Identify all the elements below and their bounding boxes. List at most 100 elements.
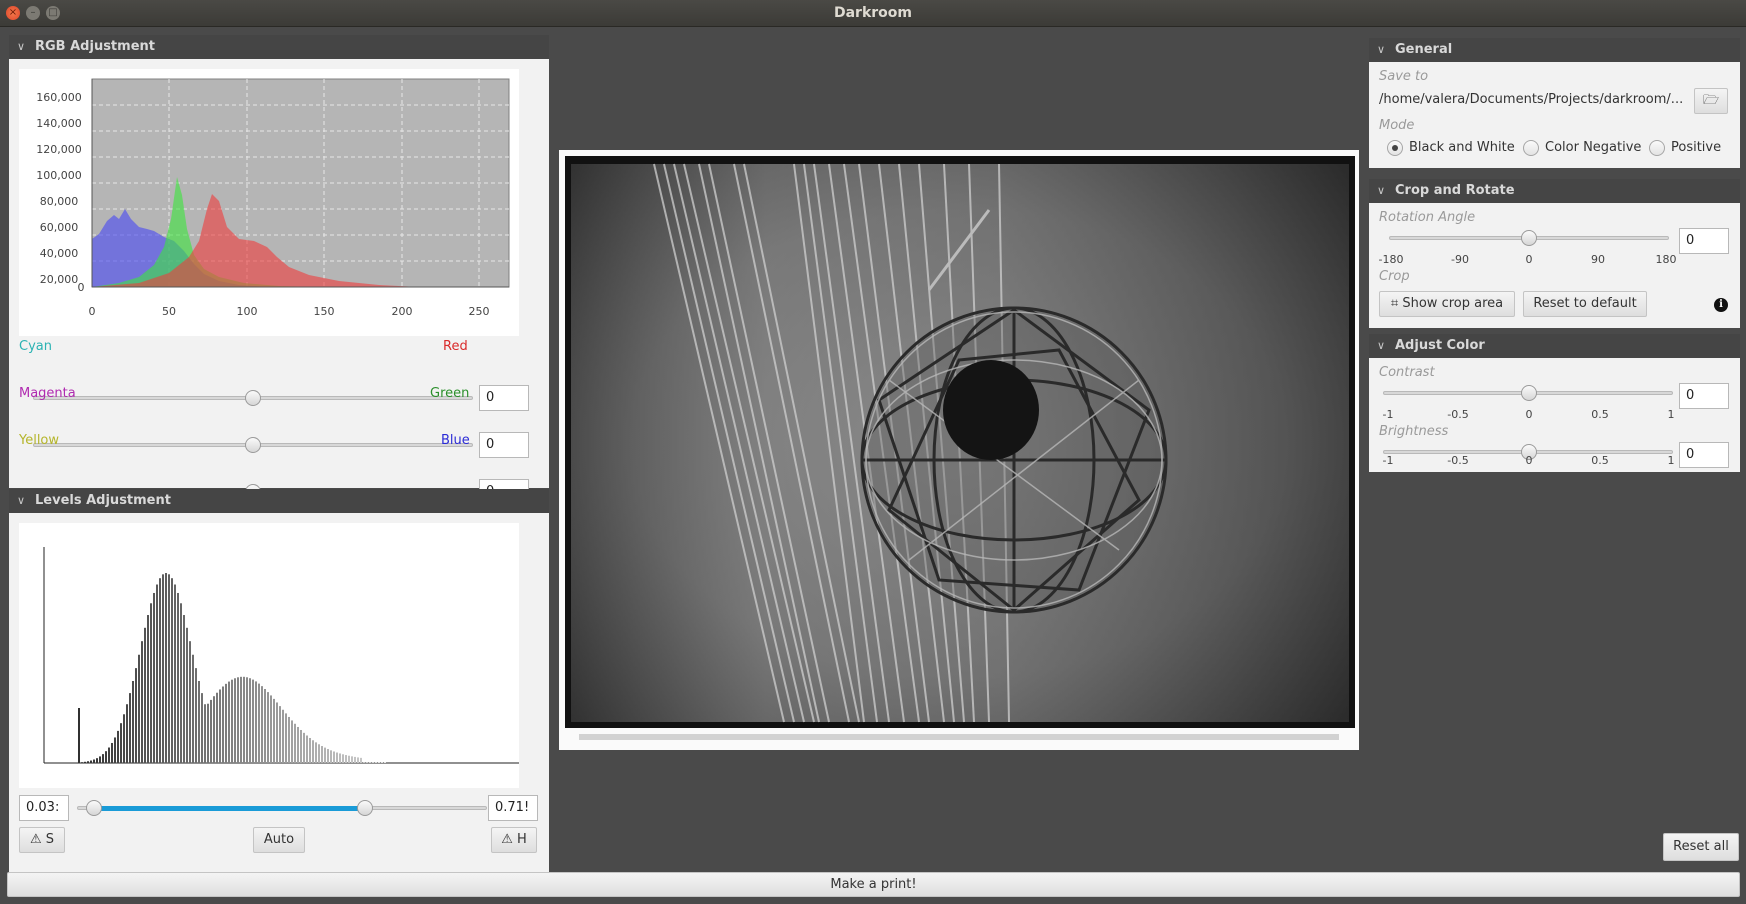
levels-histogram-bar [174, 584, 176, 763]
levels-histogram-bar [357, 757, 359, 763]
y-tick-label: 100,000 [36, 169, 82, 182]
levels-panel: 0.03: 0.71! ⚠ S Auto ⚠ H [9, 513, 549, 892]
rotation-tick: 0 [1525, 253, 1533, 266]
highlight-warning-button[interactable]: ⚠ H [491, 827, 537, 853]
levels-histogram-bar [375, 762, 377, 763]
mode-option-positive[interactable]: Positive [1671, 140, 1721, 155]
levels-histogram-bar [300, 729, 302, 763]
y-tick-label: 0 [77, 281, 85, 294]
levels-histogram-bar [309, 737, 311, 763]
levels-histogram-bar [129, 693, 131, 763]
contrast-tick: 1 [1667, 408, 1675, 421]
folder-open-icon: 🗁 [1702, 93, 1720, 108]
contrast-tick: -1 [1382, 408, 1394, 421]
levels-histogram-bar [132, 680, 134, 763]
color-panel-title: Adjust Color [1395, 338, 1485, 353]
shadow-warning-button[interactable]: ⚠ S [19, 827, 65, 853]
x-tick-label: 150 [313, 305, 335, 318]
y-tick-label: 60,000 [39, 221, 79, 234]
levels-histogram-bar [333, 751, 335, 763]
chevron-down-icon: ∨ [17, 494, 26, 507]
browse-folder-button[interactable]: 🗁 [1694, 88, 1728, 114]
rotation-tick: 90 [1591, 253, 1605, 266]
levels-histogram-bar [186, 627, 188, 763]
brightness-tick: 0.5 [1591, 454, 1609, 467]
mode-radio-bw[interactable] [1387, 140, 1403, 156]
y-tick-label: 20,000 [39, 273, 79, 286]
levels-histogram-bar [381, 762, 383, 763]
levels-histogram-bar [351, 756, 353, 763]
levels-high-field[interactable]: 0.71! [488, 795, 538, 821]
levels-high-thumb[interactable] [357, 800, 373, 816]
info-icon[interactable]: i [1714, 298, 1728, 312]
levels-histogram-bar [297, 726, 299, 763]
yellow-label: Yellow [19, 433, 60, 448]
levels-panel-header[interactable]: ∨ Levels Adjustment [9, 489, 549, 513]
y-tick-label: 80,000 [39, 195, 79, 208]
levels-histogram-bar [363, 762, 365, 763]
save-path-text: /home/valera/Documents/Projects/darkroom… [1379, 92, 1684, 107]
levels-histogram-bar [87, 761, 89, 763]
reset-to-default-button[interactable]: Reset to default [1523, 291, 1647, 317]
levels-histogram-bar [324, 747, 326, 763]
levels-histogram-bar [303, 732, 305, 763]
color-panel-header[interactable]: ∨ Adjust Color [1369, 334, 1740, 358]
crop-panel-header[interactable]: ∨ Crop and Rotate [1369, 179, 1740, 203]
brightness-value-field[interactable]: 0 [1679, 442, 1729, 468]
cyan-red-slider-thumb[interactable] [245, 390, 261, 406]
levels-histogram-bar [318, 744, 320, 763]
x-tick-label: 100 [236, 305, 258, 318]
reset-all-button[interactable]: Reset all [1663, 833, 1739, 861]
contrast-value-field[interactable]: 0 [1679, 383, 1729, 409]
x-tick-label: 200 [391, 305, 413, 318]
show-crop-area-button[interactable]: ⌗ Show crop area [1379, 291, 1515, 317]
cyan-red-value-field[interactable]: 0 [479, 385, 529, 411]
mode-radio-color-negative[interactable] [1523, 140, 1539, 156]
rgb-panel-title: RGB Adjustment [35, 39, 155, 54]
levels-histogram-bar [366, 762, 368, 763]
levels-low-thumb[interactable] [86, 800, 102, 816]
magenta-green-value-field[interactable]: 0 [479, 432, 529, 458]
brightness-tick: -1 [1382, 454, 1394, 467]
levels-histogram-bar [120, 723, 122, 763]
photo-image [559, 150, 1359, 750]
mode-option-color-negative[interactable]: Color Negative [1545, 140, 1641, 155]
rotation-tick: 180 [1655, 253, 1677, 266]
rotation-tick: -180 [1378, 253, 1404, 266]
levels-histogram-bar [378, 762, 380, 763]
rotation-value-field[interactable]: 0 [1679, 228, 1729, 254]
contrast-tick: 0 [1525, 408, 1533, 421]
general-panel-header[interactable]: ∨ General [1369, 38, 1740, 62]
levels-low-field[interactable]: 0.03: [19, 795, 69, 821]
x-tick-label: 0 [88, 305, 96, 318]
brightness-label: Brightness [1379, 424, 1449, 439]
make-print-button[interactable]: Make a print! [7, 872, 1740, 897]
warning-icon: ⚠ [501, 832, 513, 847]
levels-histogram-bar [345, 755, 347, 763]
levels-histogram-bar [225, 683, 227, 763]
levels-histogram-bar [99, 756, 101, 763]
rotation-slider-thumb[interactable] [1521, 230, 1537, 246]
levels-histogram-bar [198, 680, 200, 763]
photo-preview[interactable] [559, 150, 1359, 750]
levels-histogram-bar [231, 679, 233, 763]
levels-histogram-bar [315, 742, 317, 763]
x-tick-label: 250 [468, 305, 490, 318]
red-label: Red [443, 339, 468, 354]
magenta-green-slider-thumb[interactable] [245, 437, 261, 453]
levels-histogram-bar [102, 754, 104, 763]
rgb-panel-header[interactable]: ∨ RGB Adjustment [9, 35, 549, 59]
levels-histogram-bar [240, 676, 242, 763]
auto-button[interactable]: Auto [253, 827, 305, 853]
levels-histogram-bar [81, 762, 83, 763]
shadow-button-label: S [45, 832, 55, 847]
levels-histogram [19, 523, 519, 788]
mode-option-bw[interactable]: Black and White [1409, 140, 1515, 155]
levels-histogram-bar [210, 699, 212, 763]
levels-histogram-bar [180, 603, 182, 763]
mode-radio-positive[interactable] [1649, 140, 1665, 156]
levels-histogram-bar [294, 723, 296, 763]
levels-histogram-bar [246, 677, 248, 763]
levels-histogram-bar [144, 627, 146, 763]
contrast-slider-thumb[interactable] [1521, 385, 1537, 401]
